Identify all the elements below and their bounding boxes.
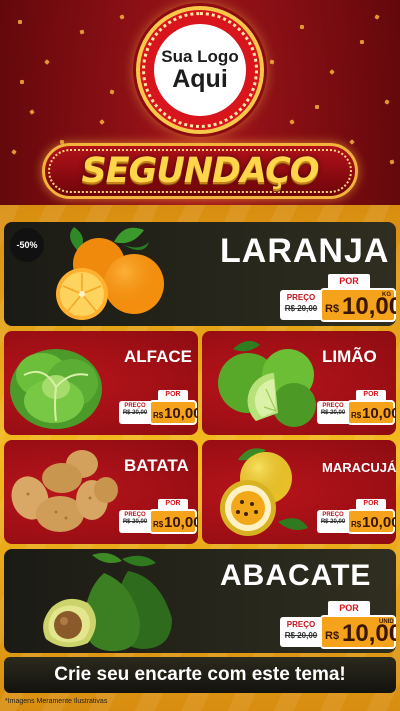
product-card-maracuja[interactable]: MARACUJÁ POR PREÇO R$ 20,00 R$ 10,00 xyxy=(202,440,396,544)
product-name: BATATA xyxy=(124,456,189,475)
por-label: POR xyxy=(328,601,370,615)
por-label: POR xyxy=(356,499,386,509)
potato-image xyxy=(11,450,118,532)
currency: R$ xyxy=(325,303,340,315)
logo-line-2: Aqui xyxy=(172,65,228,93)
confetti-piece xyxy=(359,39,365,45)
new-price-box: R$ 10,00 KG xyxy=(320,288,396,322)
orange-image xyxy=(56,227,164,320)
title-banner: SEGUNDAÇO xyxy=(42,143,358,199)
product-card-batata[interactable]: BATATA POR PREÇO R$ 20,00 R$ 10,00 xyxy=(4,440,198,544)
currency: R$ xyxy=(153,411,164,420)
old-price: R$ 20,00 xyxy=(284,304,318,313)
preco-label: PREÇO xyxy=(322,403,344,409)
unit-label: UNID xyxy=(379,619,394,625)
old-price: R$ 20,00 xyxy=(122,410,148,416)
old-price-box: PREÇO R$ 20,00 xyxy=(317,401,349,424)
confetti-piece xyxy=(329,69,335,75)
passion-fruit-image xyxy=(220,448,308,536)
cta-banner[interactable]: Crie seu encarte com este tema! xyxy=(4,657,396,693)
price-value: 10,00 xyxy=(362,405,396,422)
confetti-piece xyxy=(119,14,125,20)
confetti-piece xyxy=(349,139,355,145)
confetti-piece xyxy=(269,59,275,65)
confetti-piece xyxy=(384,99,390,105)
price-value: 10,00 xyxy=(164,405,198,422)
old-price: R$ 20,00 xyxy=(320,410,346,416)
logo-badge: Sua Logo Aqui xyxy=(154,24,246,116)
old-price-box: PREÇO R$ 20,00 xyxy=(280,617,322,647)
new-price-box: R$ 10,00 UNID xyxy=(320,615,396,649)
product-name: LARANJA xyxy=(220,232,390,270)
confetti-piece xyxy=(11,149,17,155)
currency: R$ xyxy=(351,411,362,420)
new-price-box: R$ 10,00 xyxy=(347,509,396,534)
product-card-laranja[interactable]: -50% LARANJA POR PREÇO R$ 20,00 R$ 10,00… xyxy=(4,222,396,326)
confetti-piece xyxy=(44,59,50,65)
header: Sua Logo Aqui SEGUNDAÇO xyxy=(0,0,400,205)
por-label: POR xyxy=(158,390,188,400)
confetti-piece xyxy=(314,104,320,110)
product-name: LIMÃO xyxy=(322,347,377,366)
old-price: R$ 20,00 xyxy=(320,519,346,525)
por-label: POR xyxy=(328,274,370,288)
old-price-box: PREÇO R$ 20,00 xyxy=(119,510,151,533)
avocado-image xyxy=(43,553,172,652)
logo-placeholder: Sua Logo Aqui xyxy=(136,6,264,134)
lettuce-image xyxy=(10,349,102,429)
confetti-piece xyxy=(29,109,35,115)
new-price-box: R$ 10,00 xyxy=(149,400,198,425)
old-price-box: PREÇO R$ 20,00 xyxy=(317,510,349,533)
currency: R$ xyxy=(153,520,164,529)
product-card-limao[interactable]: LIMÃO POR PREÇO R$ 20,00 R$ 10,00 xyxy=(202,331,396,435)
product-name: ALFACE xyxy=(124,347,192,366)
disclaimer-text: *Imagens Meramente Ilustrativas xyxy=(5,698,108,705)
confetti-piece xyxy=(99,119,105,125)
new-price-box: R$ 10,00 xyxy=(347,400,396,425)
preco-label: PREÇO xyxy=(124,403,146,409)
old-price: R$ 20,00 xyxy=(284,631,318,640)
lime-image xyxy=(218,340,316,427)
product-card-alface[interactable]: ALFACE POR PREÇO R$ 20,00 R$ 10,00 xyxy=(4,331,198,435)
old-price-box: PREÇO R$ 20,00 xyxy=(280,290,322,320)
confetti-piece xyxy=(19,79,25,85)
confetti-piece xyxy=(299,24,305,30)
price-value: 10,00 xyxy=(164,514,198,531)
new-price-box: R$ 10,00 xyxy=(149,509,198,534)
confetti-piece xyxy=(18,20,22,24)
currency: R$ xyxy=(351,520,362,529)
confetti-piece xyxy=(374,14,380,20)
confetti-piece xyxy=(389,159,395,165)
currency: R$ xyxy=(325,630,340,642)
confetti-piece xyxy=(109,89,115,95)
banner-title: SEGUNDAÇO xyxy=(81,151,319,191)
product-name: MARACUJÁ xyxy=(322,460,396,475)
preco-label: PREÇO xyxy=(124,512,146,518)
price-value: 10,00 xyxy=(362,514,396,531)
product-card-abacate[interactable]: ABACATE POR PREÇO R$ 20,00 R$ 10,00 UNID xyxy=(4,549,396,653)
unit-label: KG xyxy=(382,292,391,298)
old-price: R$ 20,00 xyxy=(122,519,148,525)
confetti-piece xyxy=(289,119,295,125)
product-name: ABACATE xyxy=(220,559,372,592)
preco-label: PREÇO xyxy=(286,620,316,629)
preco-label: PREÇO xyxy=(286,293,316,302)
old-price-box: PREÇO R$ 20,00 xyxy=(119,401,151,424)
confetti-piece xyxy=(79,29,85,35)
preco-label: PREÇO xyxy=(322,512,344,518)
discount-badge: -50% xyxy=(10,228,44,262)
logo-line-1: Sua Logo xyxy=(161,47,239,66)
por-label: POR xyxy=(356,390,386,400)
por-label: POR xyxy=(158,499,188,509)
